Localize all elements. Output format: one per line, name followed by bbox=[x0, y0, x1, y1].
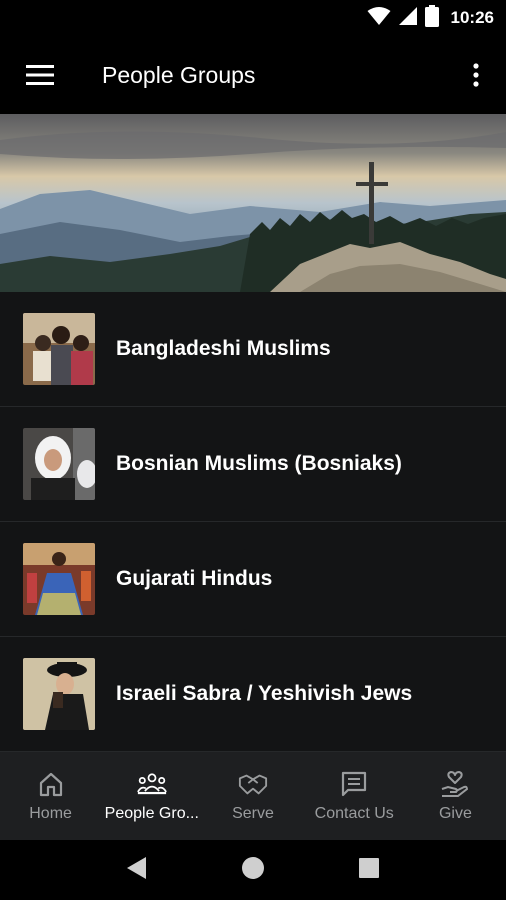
status-time: 10:26 bbox=[450, 8, 494, 27]
nav-label: People Gro... bbox=[104, 805, 199, 822]
hamburger-menu-icon[interactable] bbox=[0, 36, 80, 114]
page-title: People Groups bbox=[102, 61, 256, 88]
system-navigation-bar bbox=[0, 840, 506, 900]
list-item[interactable]: Gujarati Hindus bbox=[0, 522, 506, 637]
wifi-icon bbox=[367, 6, 391, 31]
list-item[interactable]: Bosnian Muslims (Bosniaks) bbox=[0, 407, 506, 522]
group-name: Israeli Sabra / Yeshivish Jews bbox=[116, 682, 413, 705]
nav-give[interactable]: Give bbox=[405, 752, 506, 840]
battery-icon bbox=[424, 4, 439, 32]
nav-label: Home bbox=[29, 805, 72, 822]
signal-icon bbox=[398, 6, 417, 30]
list-item[interactable]: Bangladeshi Muslims bbox=[0, 292, 506, 407]
back-icon[interactable] bbox=[126, 856, 148, 885]
hero-image bbox=[0, 114, 506, 292]
give-hand-heart-icon bbox=[440, 769, 470, 799]
group-thumbnail bbox=[23, 543, 95, 615]
recents-icon[interactable] bbox=[358, 857, 380, 884]
group-name: Bangladeshi Muslims bbox=[116, 337, 331, 360]
message-icon bbox=[339, 769, 369, 799]
home-icon bbox=[36, 769, 66, 799]
group-name: Gujarati Hindus bbox=[116, 567, 273, 590]
group-thumbnail bbox=[23, 428, 95, 500]
bottom-navigation: Home People Gro... Serve Contact Us Give bbox=[0, 752, 506, 840]
nav-label: Contact Us bbox=[314, 805, 394, 822]
nav-home[interactable]: Home bbox=[0, 752, 101, 840]
nav-contact-us[interactable]: Contact Us bbox=[304, 752, 405, 840]
nav-label: Give bbox=[438, 805, 472, 822]
more-vert-icon[interactable] bbox=[446, 36, 506, 114]
nav-serve[interactable]: Serve bbox=[202, 752, 303, 840]
nav-people-groups[interactable]: People Gro... bbox=[101, 752, 202, 840]
nav-label: Serve bbox=[232, 805, 274, 822]
group-name: Bosnian Muslims (Bosniaks) bbox=[116, 452, 402, 475]
people-groups-list: Bangladeshi Muslims Bosnian Muslims (Bos… bbox=[0, 292, 506, 752]
people-group-icon bbox=[136, 769, 167, 799]
group-thumbnail bbox=[23, 313, 95, 385]
handshake-icon bbox=[238, 769, 268, 799]
list-item[interactable]: Israeli Sabra / Yeshivish Jews bbox=[0, 637, 506, 752]
home-circle-icon[interactable] bbox=[241, 856, 265, 885]
status-bar: 10:26 bbox=[0, 0, 506, 36]
group-thumbnail bbox=[23, 658, 95, 730]
app-bar: People Groups bbox=[0, 36, 506, 114]
